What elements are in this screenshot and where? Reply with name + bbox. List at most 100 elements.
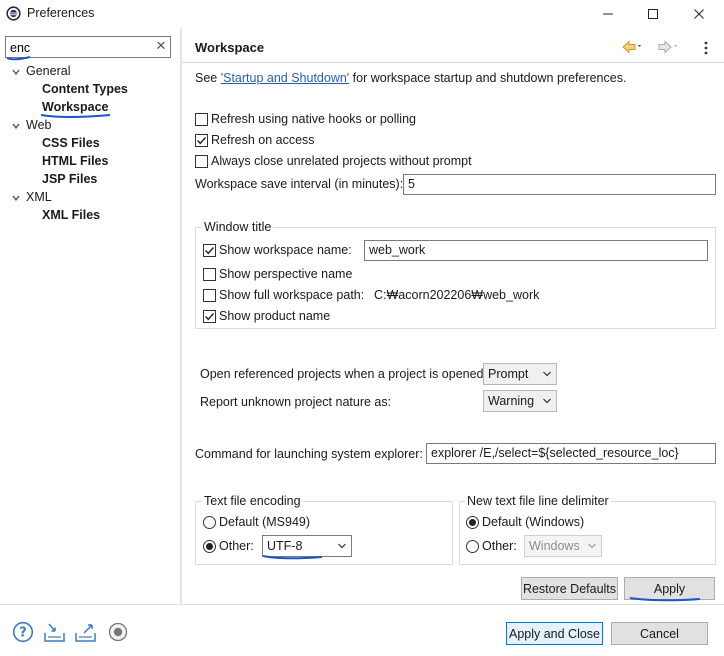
refresh-native-checkbox[interactable]	[195, 112, 208, 126]
chevron-down-icon[interactable]	[11, 120, 21, 130]
open-referenced-select[interactable]: Prompt	[483, 363, 557, 385]
header-separator	[182, 62, 724, 63]
panel-divider[interactable]	[180, 28, 182, 604]
save-interval-field[interactable]: 5	[403, 174, 716, 195]
refresh-access-option[interactable]: Refresh on access	[195, 131, 315, 149]
close-icon	[694, 9, 704, 19]
close-button[interactable]	[676, 0, 722, 28]
apply-and-close-button[interactable]: Apply and Close	[506, 622, 603, 645]
show-full-path-option[interactable]: Show full workspace path:	[203, 286, 364, 304]
encoding-other-label: Other:	[219, 539, 254, 553]
description-prefix: See	[195, 71, 221, 85]
delimiter-other-label: Other:	[482, 539, 517, 553]
tree-item-general[interactable]: General	[26, 62, 70, 80]
always-close-option[interactable]: Always close unrelated projects without …	[195, 152, 472, 170]
footer-separator	[0, 604, 724, 605]
view-menu-button[interactable]	[701, 40, 711, 59]
maximize-icon	[648, 9, 658, 19]
show-perspective-name-option[interactable]: Show perspective name	[203, 265, 352, 283]
kebab-menu-icon	[704, 41, 708, 55]
tree-item-html-files[interactable]: HTML Files	[42, 152, 108, 170]
unknown-nature-select[interactable]: Warning	[483, 390, 557, 412]
encoding-group-label: Text file encoding	[202, 494, 303, 508]
restore-defaults-button[interactable]: Restore Defaults	[521, 577, 618, 600]
window-title-group-label: Window title	[202, 220, 274, 234]
apply-underline-annotation	[629, 597, 701, 602]
chevron-down-icon	[543, 398, 551, 404]
chevron-down-icon	[588, 543, 596, 549]
unknown-nature-value: Warning	[488, 394, 535, 408]
clear-filter-icon[interactable]: ✕	[154, 38, 168, 54]
open-referenced-value: Prompt	[488, 367, 529, 381]
maximize-button[interactable]	[630, 0, 676, 28]
unknown-nature-label: Report unknown project nature as:	[200, 395, 392, 409]
show-full-path-label: Show full workspace path:	[219, 288, 365, 302]
tree-item-content-types[interactable]: Content Types	[42, 80, 128, 98]
minimize-button[interactable]	[585, 0, 631, 28]
system-explorer-label: Command for launching system explorer:	[195, 447, 423, 461]
full-path-value: C:₩acorn202206₩web_work	[374, 288, 540, 302]
record-icon	[108, 622, 128, 642]
always-close-label: Always close unrelated projects without …	[211, 154, 472, 168]
show-product-name-option[interactable]: Show product name	[203, 307, 330, 325]
system-explorer-field[interactable]: explorer /E,/select=${selected_resource_…	[426, 443, 716, 464]
delimiter-default-label: Default (Windows)	[482, 515, 585, 529]
delimiter-other-option[interactable]: Other:	[466, 537, 517, 555]
help-icon: ?	[12, 621, 34, 643]
svg-text:?: ?	[19, 626, 27, 641]
back-nav-button[interactable]	[621, 39, 643, 58]
delimiter-other-radio[interactable]	[466, 539, 479, 553]
import-icon	[44, 623, 65, 642]
line-delimiter-group-label: New text file line delimiter	[465, 494, 611, 508]
import-button[interactable]	[43, 621, 65, 643]
always-close-checkbox[interactable]	[195, 154, 208, 168]
chevron-down-icon[interactable]	[11, 66, 21, 76]
refresh-access-label: Refresh on access	[211, 133, 315, 147]
workspace-name-field[interactable]: web_work	[364, 240, 708, 261]
save-interval-label: Workspace save interval (in minutes):	[195, 177, 404, 191]
minimize-icon	[603, 13, 613, 15]
help-button[interactable]: ?	[12, 621, 34, 643]
forward-arrow-icon	[658, 40, 677, 54]
show-full-path-checkbox[interactable]	[203, 288, 216, 302]
encoding-other-option[interactable]: Other:	[203, 537, 254, 555]
tree-item-css-files[interactable]: CSS Files	[42, 134, 100, 152]
delimiter-default-option[interactable]: Default (Windows)	[466, 513, 584, 531]
record-button[interactable]	[107, 621, 129, 643]
encoding-default-option[interactable]: Default (MS949)	[203, 513, 310, 531]
encoding-value: UTF-8	[267, 539, 303, 553]
tree-item-jsp-files[interactable]: JSP Files	[42, 170, 97, 188]
tree-item-xml[interactable]: XML	[26, 188, 52, 206]
encoding-default-radio[interactable]	[203, 515, 216, 529]
delimiter-value: Windows	[529, 539, 580, 553]
chevron-down-icon[interactable]	[11, 192, 21, 202]
page-description: See 'Startup and Shutdown' for workspace…	[195, 71, 626, 85]
description-suffix: for workspace startup and shutdown prefe…	[349, 71, 627, 85]
filter-underline-annotation	[6, 56, 31, 61]
show-workspace-name-option[interactable]: Show workspace name:	[203, 241, 352, 259]
export-button[interactable]	[74, 621, 96, 643]
window-title: Preferences	[27, 6, 95, 20]
back-arrow-icon	[622, 40, 641, 54]
workspace-underline-annotation	[40, 114, 111, 118]
show-workspace-name-checkbox[interactable]	[203, 243, 216, 257]
delimiter-select[interactable]: Windows	[524, 535, 602, 557]
startup-shutdown-link[interactable]: 'Startup and Shutdown'	[221, 71, 349, 85]
page-title: Workspace	[195, 40, 265, 55]
export-icon	[75, 624, 96, 642]
forward-nav-button[interactable]	[657, 39, 679, 58]
encoding-default-label: Default (MS949)	[219, 515, 311, 529]
show-product-name-checkbox[interactable]	[203, 309, 216, 323]
chevron-down-icon	[543, 371, 551, 377]
refresh-native-option[interactable]: Refresh using native hooks or polling	[195, 110, 416, 128]
chevron-down-icon	[338, 543, 346, 549]
show-workspace-name-label: Show workspace name:	[219, 243, 352, 257]
show-product-name-label: Show product name	[219, 309, 331, 323]
tree-item-xml-files[interactable]: XML Files	[42, 206, 100, 224]
refresh-access-checkbox[interactable]	[195, 133, 208, 147]
cancel-button[interactable]: Cancel	[611, 622, 708, 645]
encoding-other-radio[interactable]	[203, 539, 216, 553]
encoding-underline-annotation	[262, 555, 323, 560]
delimiter-default-radio[interactable]	[466, 515, 479, 529]
show-perspective-name-checkbox[interactable]	[203, 267, 216, 281]
